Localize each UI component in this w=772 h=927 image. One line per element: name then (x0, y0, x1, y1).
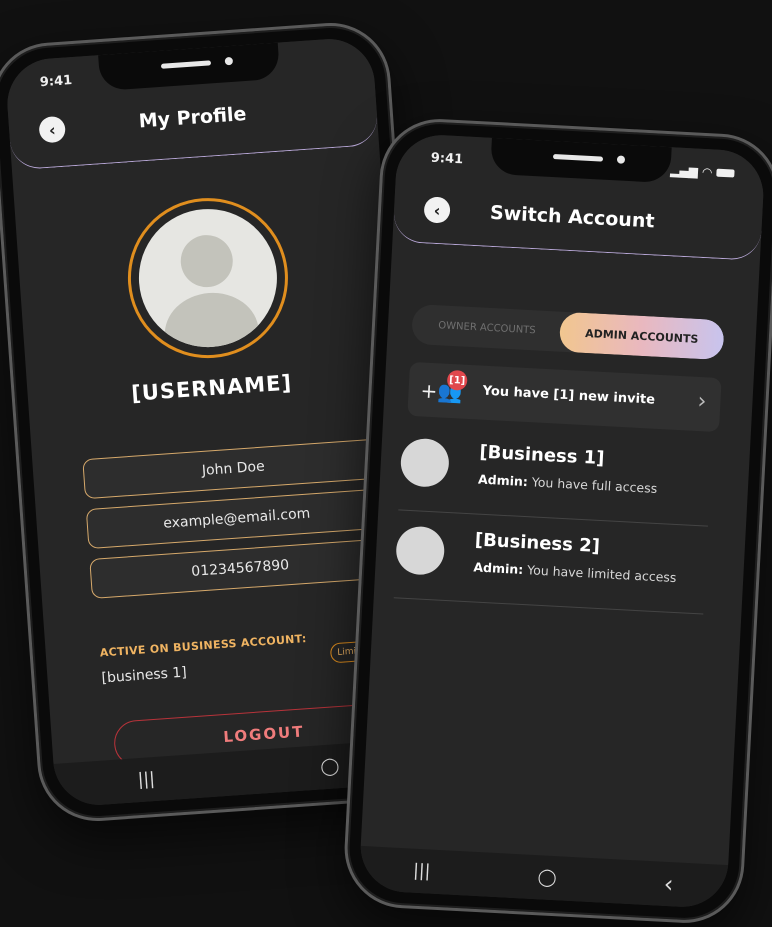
user-avatar-icon (134, 204, 282, 352)
speaker-icon (552, 154, 604, 162)
business-name: [Business 2] (474, 529, 601, 558)
email-field[interactable]: example@email.com (85, 488, 388, 550)
invite-count-badge: [1] (446, 369, 468, 391)
name-field[interactable]: John Doe (82, 438, 385, 500)
role-label: Admin: (477, 471, 529, 490)
switch-account-phone: 9:41 ▂▄▆ ◠ ‹ Switch Account OWNER ACCOUN… (341, 116, 772, 926)
recent-apps-icon[interactable]: ||| (137, 769, 156, 790)
access-text: You have limited access (526, 562, 677, 586)
chevron-left-icon: ‹ (48, 119, 57, 140)
signal-icon: ▂▄▆ (669, 163, 699, 179)
home-icon[interactable]: ◯ (320, 756, 340, 777)
business-name: [Business 1] (478, 441, 605, 470)
wifi-icon: ◠ (701, 164, 713, 180)
list-item[interactable]: [Business 1] Admin: You have full access (398, 432, 708, 528)
back-button[interactable]: ‹ (38, 115, 67, 144)
avatar[interactable] (122, 192, 294, 364)
chevron-left-icon: ‹ (433, 200, 441, 220)
page-title: My Profile (138, 103, 248, 133)
business-access: Admin: You have limited access (473, 559, 677, 585)
account-type-toggle: OWNER ACCOUNTS ADMIN ACCOUNTS (411, 303, 725, 361)
back-button[interactable]: ‹ (423, 196, 451, 224)
invite-text: You have [1] new invite (482, 383, 656, 408)
switch-account-screen: 9:41 ▂▄▆ ◠ ‹ Switch Account OWNER ACCOUN… (358, 132, 766, 910)
battery-icon (716, 168, 735, 178)
recent-apps-icon[interactable]: ||| (413, 861, 431, 882)
business-avatar (395, 525, 446, 576)
invite-row[interactable]: +👥 [1] You have [1] new invite › (407, 361, 722, 433)
status-time: 9:41 (430, 150, 464, 168)
divider (393, 597, 704, 615)
home-icon[interactable]: ◯ (537, 867, 557, 888)
page-title: Switch Account (489, 201, 656, 233)
active-account-value: [business 1] (101, 664, 188, 687)
role-label: Admin: (473, 559, 524, 578)
tab-admin-accounts[interactable]: ADMIN ACCOUNTS (558, 311, 725, 361)
status-icons: ▂▄▆ ◠ (670, 163, 735, 180)
business-avatar (399, 437, 451, 488)
camera-icon (224, 56, 234, 66)
list-item[interactable]: [Business 2] Admin: You have limited acc… (393, 519, 704, 615)
speaker-icon (160, 60, 212, 69)
chevron-right-icon: › (696, 388, 708, 415)
username: [USERNAME] (130, 370, 293, 406)
status-time: 9:41 (39, 73, 73, 91)
phone-field[interactable]: 01234567890 (89, 538, 392, 599)
back-nav-icon[interactable]: ‹ (663, 870, 674, 898)
camera-icon (616, 155, 626, 164)
tab-owner-accounts[interactable]: OWNER ACCOUNTS (411, 304, 563, 352)
active-account-label: ACTIVE ON BUSINESS ACCOUNT: (99, 632, 308, 660)
business-access: Admin: You have full access (478, 472, 658, 496)
access-text: You have full access (531, 474, 658, 496)
